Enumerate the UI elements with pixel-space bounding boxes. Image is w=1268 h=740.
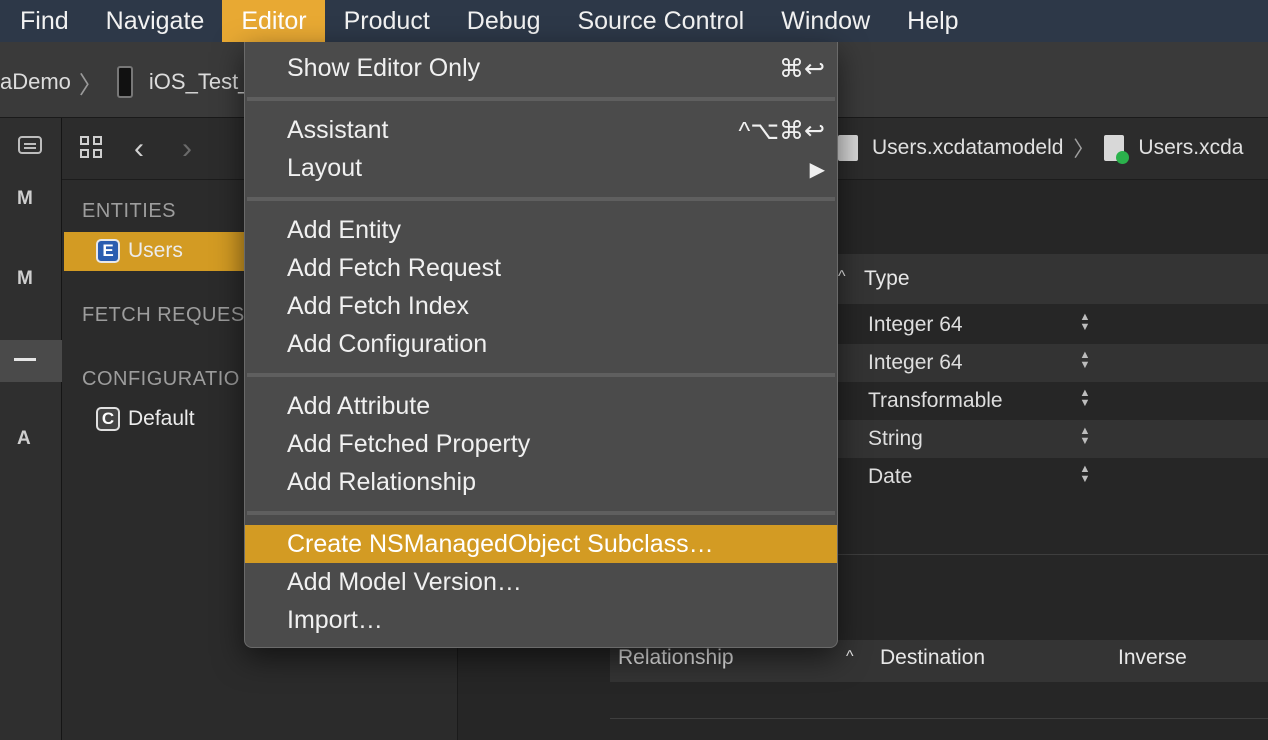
popup-stepper-icon[interactable]: ▲ ▼ bbox=[1078, 350, 1092, 374]
configurations-header: CONFIGURATIO bbox=[82, 368, 240, 390]
menu-item-label: Add Fetch Index bbox=[287, 292, 470, 320]
breadcrumb-item-1[interactable]: Users.xcdatamodeld bbox=[872, 136, 1063, 160]
forward-icon[interactable]: › bbox=[182, 132, 192, 166]
related-items-icon[interactable] bbox=[80, 136, 106, 162]
submenu-arrow-icon: ▶ bbox=[809, 159, 825, 181]
menu-separator bbox=[247, 197, 835, 201]
inverse-column-header[interactable]: Inverse bbox=[1118, 646, 1187, 670]
menu-item-label: Show Editor Only bbox=[287, 54, 481, 82]
comment-icon[interactable] bbox=[18, 136, 42, 154]
minus-icon bbox=[14, 358, 36, 361]
menu-item-add-fetch-request[interactable]: Add Fetch Request bbox=[245, 249, 837, 287]
menu-separator bbox=[247, 511, 835, 515]
chevron-right-icon: 〉 bbox=[78, 71, 103, 99]
menu-item-add-relationship[interactable]: Add Relationship bbox=[245, 463, 837, 501]
strip-letter-a: A bbox=[17, 428, 31, 449]
menu-item-label: Add Entity bbox=[287, 216, 401, 244]
chevron-right-icon: 〉 bbox=[1073, 138, 1095, 161]
menu-item-add-attribute[interactable]: Add Attribute bbox=[245, 387, 837, 425]
strip-letter-m1: M bbox=[17, 188, 33, 209]
iphone-icon bbox=[116, 66, 133, 98]
popup-stepper-icon[interactable]: ▲ ▼ bbox=[1078, 312, 1092, 336]
menu-separator bbox=[247, 97, 835, 101]
menu-item-label: Create NSManagedObject Subclass… bbox=[287, 530, 714, 558]
xcdatamodeld-file-icon bbox=[838, 135, 858, 161]
menu-item-shortcut: ^⌥⌘↩ bbox=[738, 117, 826, 145]
menu-bar: Find Navigate Editor Product Debug Sourc… bbox=[0, 0, 1268, 42]
attribute-type: Integer 64 bbox=[868, 313, 963, 336]
menu-editor[interactable]: Editor bbox=[222, 0, 325, 42]
menu-item-show-editor-only[interactable]: Show Editor Only ⌘↩ bbox=[245, 49, 837, 87]
menu-item-add-model-version[interactable]: Add Model Version… bbox=[245, 563, 837, 601]
menu-item-assistant[interactable]: Assistant ^⌥⌘↩ bbox=[245, 111, 837, 149]
attribute-type: String bbox=[868, 427, 923, 450]
menu-separator bbox=[247, 373, 835, 377]
xcdatamodel-file-icon bbox=[1104, 135, 1130, 164]
menu-item-add-entity[interactable]: Add Entity bbox=[245, 211, 837, 249]
inspector-strip: M M A bbox=[0, 118, 62, 740]
menu-item-create-nsmanagedobject-subclass[interactable]: Create NSManagedObject Subclass… bbox=[245, 525, 837, 563]
menu-debug[interactable]: Debug bbox=[448, 0, 559, 42]
menu-navigate[interactable]: Navigate bbox=[87, 0, 223, 42]
fetch-requests-header: FETCH REQUES bbox=[82, 304, 245, 326]
entities-header: ENTITIES bbox=[82, 200, 177, 222]
menu-item-label: Add Configuration bbox=[287, 330, 488, 358]
menu-item-label: Assistant bbox=[287, 116, 389, 144]
entity-label: Users bbox=[128, 239, 183, 262]
menu-item-label: Import… bbox=[287, 606, 383, 634]
configuration-label: Default bbox=[128, 407, 195, 430]
popup-stepper-icon[interactable]: ▲ ▼ bbox=[1078, 388, 1092, 412]
menu-item-label: Add Model Version… bbox=[287, 568, 522, 596]
attribute-type: Date bbox=[868, 465, 913, 488]
menu-item-label: Add Relationship bbox=[287, 468, 477, 496]
menu-item-label: Layout bbox=[287, 154, 363, 182]
sort-ascending-icon[interactable]: ^ bbox=[838, 268, 846, 286]
back-icon[interactable]: ‹ bbox=[134, 132, 144, 166]
menu-item-add-fetched-property[interactable]: Add Fetched Property bbox=[245, 425, 837, 463]
entity-badge-icon: E bbox=[96, 239, 120, 263]
menu-help[interactable]: Help bbox=[888, 0, 976, 42]
menu-item-label: Add Fetch Request bbox=[287, 254, 502, 282]
menu-item-add-configuration[interactable]: Add Configuration bbox=[245, 325, 837, 363]
menu-item-label: Add Fetched Property bbox=[287, 430, 531, 458]
configuration-item[interactable]: C Default bbox=[96, 407, 195, 431]
entity-item[interactable]: E Users bbox=[96, 239, 183, 263]
scheme-selector[interactable]: aDemo 〉 iOS_Test_iP bbox=[0, 64, 270, 100]
strip-selected-row[interactable] bbox=[0, 340, 62, 382]
configuration-badge-icon: C bbox=[96, 407, 120, 431]
menu-source-control[interactable]: Source Control bbox=[558, 0, 762, 42]
menu-item-import[interactable]: Import… bbox=[245, 601, 837, 639]
scheme-name: aDemo bbox=[0, 69, 71, 94]
type-column-header[interactable]: Type bbox=[864, 267, 910, 291]
sort-ascending-icon[interactable]: ^ bbox=[846, 648, 854, 666]
menu-item-layout[interactable]: Layout ▶ bbox=[245, 149, 837, 187]
menu-product[interactable]: Product bbox=[325, 0, 448, 42]
menu-window[interactable]: Window bbox=[762, 0, 888, 42]
menu-item-shortcut: ⌘↩ bbox=[779, 55, 825, 83]
menu-item-label: Add Attribute bbox=[287, 392, 431, 420]
strip-letter-m2: M bbox=[17, 268, 33, 289]
menu-item-add-fetch-index[interactable]: Add Fetch Index bbox=[245, 287, 837, 325]
menu-find[interactable]: Find bbox=[0, 0, 87, 42]
breadcrumb-item-2[interactable]: Users.xcda bbox=[1138, 136, 1243, 160]
editor-menu-dropdown: Show Editor Only ⌘↩ Assistant ^⌥⌘↩ Layou… bbox=[244, 42, 838, 648]
section-divider bbox=[610, 718, 1268, 719]
popup-stepper-icon[interactable]: ▲ ▼ bbox=[1078, 464, 1092, 488]
attribute-type: Integer 64 bbox=[868, 351, 963, 374]
popup-stepper-icon[interactable]: ▲ ▼ bbox=[1078, 426, 1092, 450]
breadcrumb: Users.xcdatamodeld 〉 Users.xcda bbox=[838, 133, 1243, 164]
attribute-type: Transformable bbox=[868, 389, 1003, 412]
destination-column-header[interactable]: Destination bbox=[880, 646, 985, 670]
relationship-column-header[interactable]: Relationship bbox=[618, 646, 734, 670]
